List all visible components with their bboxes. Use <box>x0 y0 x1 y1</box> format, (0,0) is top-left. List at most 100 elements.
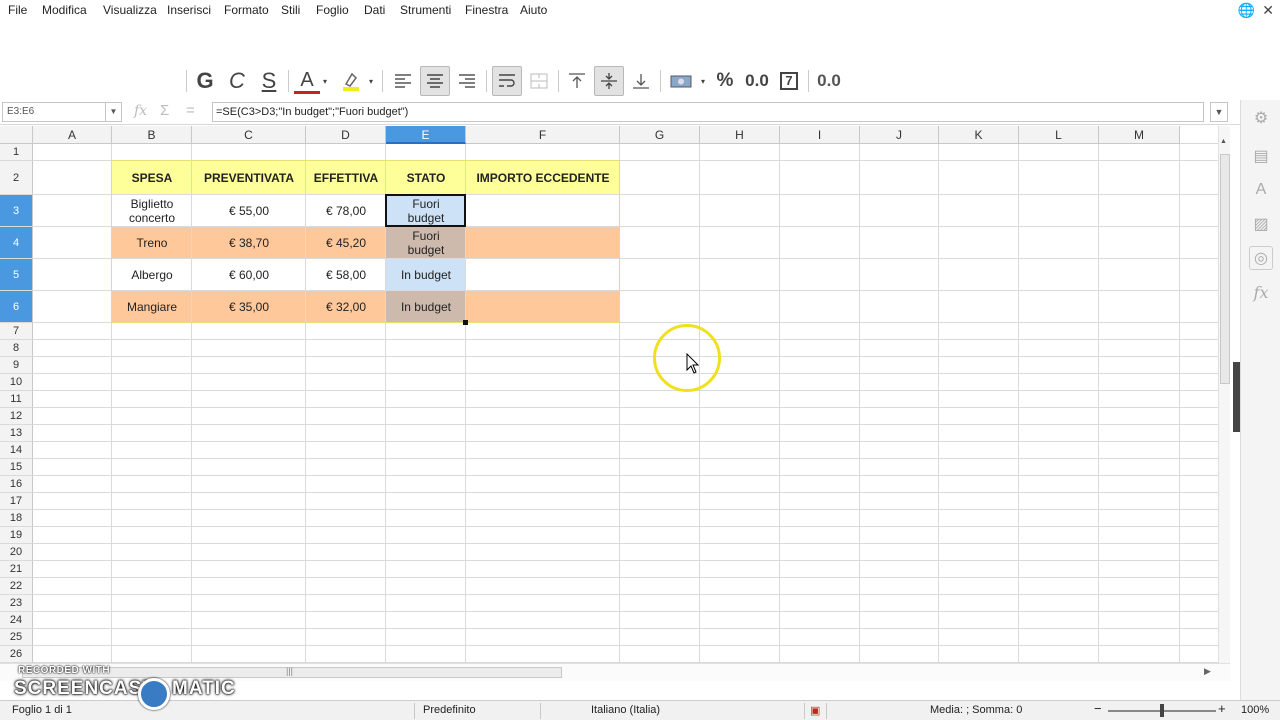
menu-finestra[interactable]: Finestra <box>465 3 508 17</box>
row-header-1[interactable]: 1 <box>0 144 33 161</box>
row-header-12[interactable]: 12 <box>0 408 33 425</box>
expand-formula-icon[interactable]: ▼ <box>1210 102 1228 122</box>
menu-formato[interactable]: Formato <box>224 3 269 17</box>
horizontal-scrollbar[interactable]: ||| ▶ <box>0 663 1230 681</box>
row-header-10[interactable]: 10 <box>0 374 33 391</box>
underline-button[interactable]: S <box>256 66 282 96</box>
menu-inserisci[interactable]: Inserisci <box>167 3 211 17</box>
wrap-text-button[interactable] <box>492 66 522 96</box>
menu-dati[interactable]: Dati <box>364 3 385 17</box>
gallery-icon[interactable]: ▨ <box>1249 212 1273 236</box>
column-header-h[interactable]: H <box>700 126 780 144</box>
row-header-3[interactable]: 3 <box>0 195 33 227</box>
row-header-17[interactable]: 17 <box>0 493 33 510</box>
chevron-down-icon[interactable]: ▾ <box>698 66 708 96</box>
align-middle-button[interactable] <box>594 66 624 96</box>
row-header-23[interactable]: 23 <box>0 595 33 612</box>
chevron-down-icon[interactable]: ▾ <box>366 66 376 96</box>
row-header-9[interactable]: 9 <box>0 357 33 374</box>
formula-input[interactable]: =SE(C3>D3;"In budget";"Fuori budget") <box>212 102 1204 122</box>
row-header-25[interactable]: 25 <box>0 629 33 646</box>
chevron-down-icon[interactable]: ▼ <box>105 103 121 121</box>
fill-handle[interactable] <box>463 320 468 325</box>
align-left-button[interactable] <box>390 66 416 96</box>
column-header-d[interactable]: D <box>306 126 386 144</box>
row-header-21[interactable]: 21 <box>0 561 33 578</box>
scroll-up-icon[interactable]: ▲ <box>1220 138 1227 145</box>
language-indicator[interactable]: Italiano (Italia) <box>591 704 660 716</box>
sidebar-collapse-handle[interactable] <box>1233 362 1240 432</box>
table-cell-preventivata[interactable]: € 38,70 <box>192 227 306 259</box>
equals-icon[interactable]: = <box>186 102 195 119</box>
select-all-corner[interactable] <box>0 126 33 144</box>
row-header-15[interactable]: 15 <box>0 459 33 476</box>
row-header-13[interactable]: 13 <box>0 425 33 442</box>
table-cell-stato[interactable]: In budget <box>386 291 466 323</box>
date-format-button[interactable]: 7 <box>776 66 802 96</box>
name-box[interactable]: E3:E6 ▼ <box>2 102 122 122</box>
row-header-8[interactable]: 8 <box>0 340 33 357</box>
table-cell-importo-eccedente[interactable] <box>466 195 620 227</box>
row-header-16[interactable]: 16 <box>0 476 33 493</box>
zoom-out-icon[interactable]: − <box>1094 701 1102 716</box>
styles-icon[interactable]: A <box>1249 178 1273 202</box>
globe-icon[interactable]: 🌐 <box>1238 2 1255 19</box>
align-center-button[interactable] <box>420 66 450 96</box>
gear-icon[interactable]: ⚙ <box>1249 106 1273 130</box>
row-header-18[interactable]: 18 <box>0 510 33 527</box>
number-format-button[interactable]: 0.0 <box>742 66 772 96</box>
table-cell-stato[interactable]: Fuori budget <box>386 227 466 259</box>
table-cell-preventivata[interactable]: € 55,00 <box>192 195 306 227</box>
column-header-i[interactable]: I <box>780 126 860 144</box>
row-header-2[interactable]: 2 <box>0 161 33 195</box>
column-header-a[interactable]: A <box>33 126 112 144</box>
table-cell-effettiva[interactable]: € 58,00 <box>306 259 386 291</box>
column-header-l[interactable]: L <box>1019 126 1099 144</box>
menu-stili[interactable]: Stili <box>281 3 300 17</box>
table-cell-importo-eccedente[interactable] <box>466 259 620 291</box>
spreadsheet-grid[interactable]: A B C D E F G H I J K L M 1 2 3 4 5 6 7 8 9 10 11 12 13 14 15 16 17 18… <box>0 126 1230 663</box>
table-cell-stato[interactable]: Fuori budget <box>386 195 466 227</box>
table-cell-effettiva[interactable]: € 45,20 <box>306 227 386 259</box>
percent-button[interactable]: % <box>712 66 738 96</box>
align-top-button[interactable] <box>564 66 590 96</box>
row-header-11[interactable]: 11 <box>0 391 33 408</box>
close-icon[interactable]: ✕ <box>1262 2 1274 19</box>
row-header-5[interactable]: 5 <box>0 259 33 291</box>
function-wizard-icon[interactable]: fx <box>134 103 147 119</box>
table-cell-effettiva[interactable]: € 78,00 <box>306 195 386 227</box>
zoom-slider-handle[interactable] <box>1160 704 1164 717</box>
italic-button[interactable]: C <box>224 66 250 96</box>
menu-modifica[interactable]: Modifica <box>42 3 87 17</box>
navigator-icon[interactable]: ◎ <box>1249 246 1273 270</box>
chevron-down-icon[interactable]: ▾ <box>320 66 330 96</box>
table-cell-importo-eccedente[interactable] <box>466 291 620 323</box>
menu-visualizza[interactable]: Visualizza <box>103 3 157 17</box>
row-header-7[interactable]: 7 <box>0 323 33 340</box>
font-color-button[interactable]: A <box>294 69 320 94</box>
table-header-stato[interactable]: STATO <box>386 161 466 195</box>
menu-aiuto[interactable]: Aiuto <box>520 3 547 17</box>
vertical-scrollbar[interactable]: ▲ <box>1218 126 1230 663</box>
table-header-effettiva[interactable]: EFFETTIVA <box>306 161 386 195</box>
row-header-14[interactable]: 14 <box>0 442 33 459</box>
row-header-26[interactable]: 26 <box>0 646 33 663</box>
menu-file[interactable]: File <box>8 3 27 17</box>
column-header-g[interactable]: G <box>620 126 700 144</box>
table-header-spesa[interactable]: SPESA <box>112 161 192 195</box>
table-cell-spesa[interactable]: Biglietto concerto <box>112 195 192 227</box>
vertical-scroll-thumb[interactable] <box>1220 154 1230 384</box>
row-header-19[interactable]: 19 <box>0 527 33 544</box>
menu-foglio[interactable]: Foglio <box>316 3 349 17</box>
column-header-e[interactable]: E <box>386 126 466 144</box>
column-header-b[interactable]: B <box>112 126 192 144</box>
table-cell-spesa[interactable]: Treno <box>112 227 192 259</box>
highlight-button[interactable] <box>338 66 364 96</box>
column-header-j[interactable]: J <box>860 126 939 144</box>
functions-icon[interactable]: fx <box>1249 280 1273 304</box>
table-cell-stato[interactable]: In budget <box>386 259 466 291</box>
row-header-20[interactable]: 20 <box>0 544 33 561</box>
merge-cells-button[interactable] <box>526 66 552 96</box>
column-header-m[interactable]: M <box>1099 126 1180 144</box>
table-cell-importo-eccedente[interactable] <box>466 227 620 259</box>
